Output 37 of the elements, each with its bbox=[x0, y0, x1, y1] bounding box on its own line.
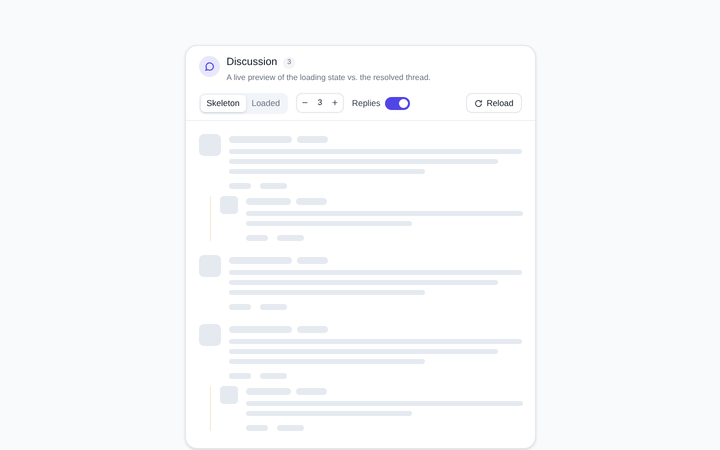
skeleton-avatar bbox=[198, 324, 220, 346]
skeleton-bar bbox=[296, 256, 328, 264]
skeleton-bar bbox=[260, 182, 286, 189]
reload-button[interactable]: Reload bbox=[466, 93, 522, 114]
skeleton-bar bbox=[228, 182, 250, 189]
skeleton-bar bbox=[276, 234, 304, 241]
skeleton-bar bbox=[260, 304, 286, 310]
skeleton-bar bbox=[228, 256, 292, 264]
skeleton-bar bbox=[246, 198, 290, 205]
skeleton-avatar bbox=[198, 254, 220, 277]
skeleton-bar bbox=[276, 424, 304, 431]
skeleton-bar bbox=[246, 388, 290, 395]
increment-button[interactable]: + bbox=[326, 96, 343, 111]
view-tab[interactable]: Loaded bbox=[246, 94, 286, 112]
skeleton-avatar bbox=[198, 134, 220, 156]
skeleton-bar bbox=[296, 388, 326, 395]
skeleton-bar bbox=[246, 234, 268, 241]
skeleton-bar bbox=[296, 136, 328, 143]
skeleton-bar bbox=[228, 326, 292, 333]
skeleton-bar bbox=[260, 372, 286, 379]
stepper-value: 3 bbox=[316, 97, 324, 110]
skeleton-avatar bbox=[220, 196, 238, 214]
skeleton-bar bbox=[228, 136, 292, 143]
replies-toggle[interactable] bbox=[385, 96, 410, 110]
decrement-button[interactable]: − bbox=[296, 96, 313, 111]
view-tab[interactable]: Skeleton bbox=[200, 94, 246, 112]
refresh-icon bbox=[474, 98, 483, 108]
skeleton-bar bbox=[296, 198, 326, 205]
toggle-label: Replies bbox=[352, 96, 380, 110]
skeleton-bar bbox=[228, 372, 250, 379]
skeleton-bar bbox=[228, 304, 250, 310]
chat-bubble-icon bbox=[198, 56, 220, 77]
skeleton-bar bbox=[296, 326, 328, 333]
skeleton-avatar bbox=[220, 386, 238, 404]
title: Discussion bbox=[226, 55, 278, 70]
subtitle: A live preview of the loading state vs. the resolved thread. bbox=[226, 72, 431, 84]
skeleton-bar bbox=[246, 424, 268, 431]
